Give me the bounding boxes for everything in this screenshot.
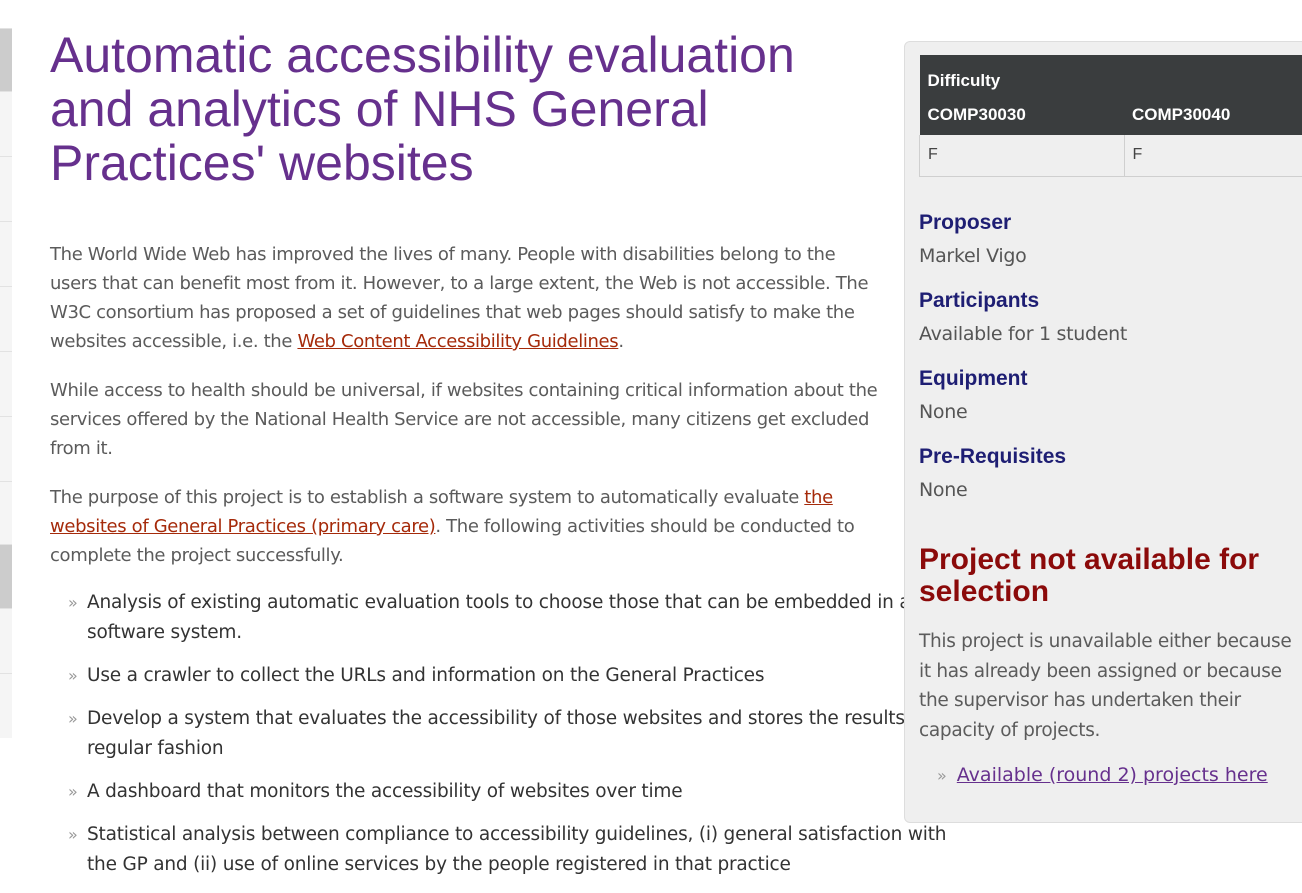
bullet-icon: »	[68, 820, 78, 850]
intro-paragraph: The World Wide Web has improved the live…	[50, 240, 885, 356]
table-header-row: COMP30030 COMP30040	[920, 95, 1302, 135]
round2-link-item: » Available (round 2) projects here	[937, 764, 1268, 786]
left-nav-segment[interactable]	[0, 481, 12, 544]
participants-value: Available for 1 student	[919, 323, 1127, 345]
difficulty-table: Difficulty COMP30030 COMP30040 F F	[919, 55, 1302, 177]
left-nav-segment[interactable]	[0, 28, 12, 91]
bullet-icon: »	[68, 588, 78, 618]
left-nav-segment[interactable]	[0, 156, 12, 221]
list-item: » Develop a system that evaluates the acc…	[68, 704, 968, 764]
activity-list: » Analysis of existing automatic evaluati…	[68, 588, 968, 880]
column-header-comp30030: COMP30030	[920, 95, 1125, 135]
difficulty-value-comp30040: F	[1124, 135, 1302, 176]
round2-projects-link[interactable]: Available (round 2) projects here	[957, 764, 1268, 786]
bullet-icon: »	[937, 766, 947, 785]
health-paragraph: While access to health should be univers…	[50, 376, 885, 463]
unavailable-heading: Project not available for selection	[919, 544, 1299, 608]
bullet-icon: »	[68, 661, 78, 691]
list-item-text: A dashboard that monitors the accessibil…	[87, 781, 682, 802]
project-sidebar: Difficulty COMP30030 COMP30040 F F Propo…	[904, 41, 1302, 823]
list-item: » Use a crawler to collect the URLs and i…	[68, 661, 968, 691]
prerequisites-label: Pre-Requisites	[919, 445, 1066, 469]
bullet-icon: »	[68, 704, 78, 734]
list-item: » Analysis of existing automatic evaluati…	[68, 588, 968, 648]
equipment-value: None	[919, 401, 967, 423]
left-nav-segment-active[interactable]	[0, 544, 12, 608]
list-item-text: Develop a system that evaluates the acce…	[87, 708, 944, 759]
left-nav-segment[interactable]	[0, 673, 12, 738]
difficulty-value-comp30030: F	[920, 135, 1125, 176]
unavailable-text: This project is unavailable either becau…	[919, 627, 1302, 745]
equipment-label: Equipment	[919, 367, 1028, 391]
participants-label: Participants	[919, 289, 1039, 313]
paragraph-text: The purpose of this project is to establ…	[50, 487, 804, 508]
list-item: » Statistical analysis between compliance…	[68, 820, 968, 880]
proposer-value: Markel Vigo	[919, 245, 1026, 267]
paragraph-text: .	[618, 331, 623, 352]
table-header-row: Difficulty	[920, 55, 1302, 95]
left-nav-segment[interactable]	[0, 351, 12, 416]
main-content: Automatic accessibility evaluation and a…	[50, 28, 910, 893]
table-row: F F	[920, 135, 1302, 176]
left-nav-segment[interactable]	[0, 608, 12, 673]
bullet-icon: »	[68, 777, 78, 807]
list-item-text: Analysis of existing automatic evaluatio…	[87, 592, 910, 643]
list-item-text: Use a crawler to collect the URLs and in…	[87, 665, 764, 686]
left-nav-segment[interactable]	[0, 286, 12, 351]
page-title: Automatic accessibility evaluation and a…	[50, 28, 890, 190]
left-nav-strip	[0, 28, 12, 738]
purpose-paragraph: The purpose of this project is to establ…	[50, 483, 885, 570]
list-item-text: Statistical analysis between compliance …	[87, 824, 946, 875]
list-item: » A dashboard that monitors the accessibi…	[68, 777, 968, 807]
left-nav-segment[interactable]	[0, 416, 12, 481]
left-nav-segment[interactable]	[0, 91, 12, 156]
left-nav-segment[interactable]	[0, 221, 12, 286]
difficulty-header: Difficulty	[920, 55, 1302, 95]
paragraph-text: While access to health should be univers…	[50, 380, 877, 459]
column-header-comp30040: COMP30040	[1124, 95, 1302, 135]
wcag-link[interactable]: Web Content Accessibility Guidelines	[297, 331, 618, 352]
prerequisites-value: None	[919, 479, 967, 501]
proposer-label: Proposer	[919, 211, 1011, 235]
